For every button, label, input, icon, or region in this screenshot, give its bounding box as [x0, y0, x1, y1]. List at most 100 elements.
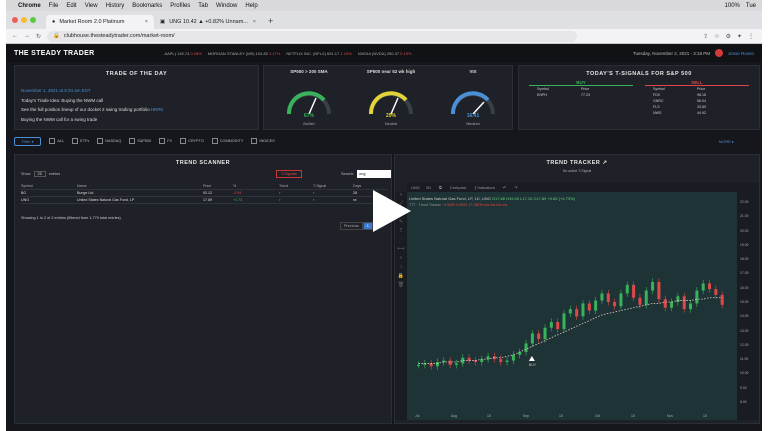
tab-market-room[interactable]: ● Market Room 2.0 Platinum ×	[46, 15, 154, 29]
toolbar-item[interactable]: ↷	[514, 185, 517, 190]
signal-cell: GNRC	[653, 99, 664, 103]
lock-icon[interactable]: 🔒	[395, 273, 407, 282]
column-header[interactable]: Symbol	[21, 184, 77, 188]
price-chart[interactable]: BUY	[407, 192, 737, 420]
header-right: Tuesday, November 2, 2021 - 3:18 PM Jess…	[633, 49, 754, 57]
filter-button[interactable]: Filter ▾	[14, 136, 42, 146]
filter-checkbox[interactable]: NASDAQ	[97, 138, 121, 144]
measure-icon[interactable]: ⟷	[395, 246, 407, 255]
more-button[interactable]: MORE ▸	[719, 139, 734, 144]
user-name[interactable]: Jesse Rosen	[728, 51, 754, 56]
pattern-icon[interactable]: ⋰	[395, 237, 407, 246]
menu-item[interactable]: Tab	[198, 3, 208, 9]
candle	[644, 290, 648, 305]
filter-items: ALL ETFs NASDAQ S&P500 FX CRYPTO COMMODITY INDI…	[49, 138, 274, 144]
menu-icon[interactable]: ⋮	[748, 33, 754, 40]
column-header[interactable]: %	[233, 184, 279, 188]
zoom-window-button[interactable]	[30, 17, 36, 23]
toolbar-item[interactable]: Compare	[450, 185, 466, 190]
ticker-symbol: AAPL) 149.74	[164, 50, 191, 56]
filter-checkbox[interactable]: ETFs	[72, 138, 89, 144]
toolbar-item[interactable]: ⨍ Indicators	[474, 185, 495, 190]
filter-checkbox[interactable]: ALL	[49, 138, 64, 144]
zoom-icon[interactable]: ⌕	[395, 255, 407, 264]
candle	[568, 309, 572, 314]
menu-item[interactable]: Bookmarks	[132, 3, 162, 9]
menu-item[interactable]: View	[85, 3, 98, 9]
app-menu[interactable]: Chrome	[18, 3, 41, 9]
back-icon[interactable]: ←	[12, 33, 18, 39]
play-icon[interactable]	[365, 186, 415, 236]
toolbar-item[interactable]: 1D	[426, 185, 431, 190]
close-tab-icon[interactable]: ×	[145, 19, 148, 25]
filter-checkbox[interactable]: CRYPTO	[180, 138, 204, 144]
reload-icon[interactable]: ↻	[36, 33, 41, 40]
table-row[interactable]: UNG United States Natural Gas Fund, LP 17.…	[21, 197, 387, 204]
toolbar-item[interactable]: ⧉	[439, 185, 442, 190]
y-tick: 10.00	[740, 371, 749, 376]
filter-checkbox[interactable]: COMMODITY	[212, 138, 244, 144]
share-icon[interactable]: ⇪	[703, 33, 708, 40]
trash-icon[interactable]: 🗑	[395, 282, 407, 291]
column-header[interactable]: Trend	[279, 184, 313, 188]
forward-icon[interactable]: →	[24, 33, 30, 39]
t-signals-toggle[interactable]: T-Signals	[276, 170, 302, 178]
trade-link[interactable]: HERE	[151, 107, 164, 112]
site-logo[interactable]: THE STEADY TRADER	[14, 50, 94, 57]
candle	[594, 300, 598, 311]
menu-item[interactable]: History	[106, 3, 125, 9]
avatar[interactable]	[714, 49, 723, 57]
signal-cell: FDX	[653, 93, 661, 97]
gauge-title: SP500 > 200 SMA	[290, 69, 328, 74]
table-row[interactable]: BG Bunge Ltd 92.12 -0.94 ↑ ↑ 28	[21, 190, 387, 197]
panel-title: TODAY'S T-SIGNALS FOR S&P 500	[586, 71, 692, 77]
column-header[interactable]: Price	[203, 184, 233, 188]
previous-button[interactable]: Previous	[340, 222, 363, 230]
signal-cell: 77.23	[581, 93, 590, 97]
candle	[701, 283, 705, 291]
trade-line: Today's Trade Idea: Buying the NWM call	[21, 97, 104, 103]
trade-date: November 1, 2021 at 9:34 am EST	[21, 88, 91, 93]
gauge-title: SP500 near 52 wk high	[366, 69, 416, 74]
close-window-button[interactable]	[12, 17, 18, 23]
search-input[interactable]: ung	[357, 170, 392, 178]
menu-item[interactable]: Help	[245, 3, 257, 9]
signal-row[interactable]: NWS 44.92	[645, 110, 749, 116]
filter-checkbox[interactable]: FX	[159, 138, 172, 144]
signal-row[interactable]: ENPH 77.23	[529, 92, 633, 98]
new-tab-button[interactable]: +	[268, 16, 273, 26]
legend-values: O17.66 H19.00 L17.10 C17.89 +0.82 (+4.73…	[491, 196, 576, 201]
tab-ung[interactable]: ▣ UNG 10.42 ▲ +0.82% Unnam... ×	[154, 15, 262, 29]
filter-checkbox[interactable]: INDICES	[251, 138, 274, 144]
menu-item[interactable]: Edit	[66, 3, 76, 9]
candle	[714, 289, 718, 295]
signal-cell: FLS	[653, 105, 660, 109]
extension-icon[interactable]: ⚙	[726, 33, 731, 40]
entries-select[interactable]: 25	[33, 171, 46, 177]
puzzle-icon[interactable]: ✦	[737, 33, 742, 40]
ticker-item[interactable]: NVIDIA (NVDA) 250.37 0.19%	[358, 51, 412, 56]
battery-status: 100%	[724, 2, 740, 9]
menu-item[interactable]: File	[49, 3, 59, 9]
entries-label: entries	[48, 172, 61, 176]
magnet-icon[interactable]: ∩	[395, 264, 407, 273]
filter-checkbox[interactable]: S&P500	[129, 138, 151, 144]
ticker-item[interactable]: AAPL) 149.74 0.28%	[164, 51, 201, 56]
candle	[606, 293, 610, 302]
ticker-item[interactable]: NETFLIX INC. (NFLX) 691.17 1.19%	[286, 51, 351, 56]
candle	[663, 299, 667, 308]
col-label: Price	[581, 87, 590, 91]
column-header[interactable]: T-Signal	[313, 184, 353, 188]
menu-item[interactable]: Window	[216, 3, 237, 9]
table-cell: United States Natural Gas Fund, LP	[77, 198, 135, 202]
minimize-window-button[interactable]	[21, 17, 27, 23]
column-header[interactable]: Name	[77, 184, 203, 188]
ticker-item[interactable]: MORGAN STANLEY (MS) 104.83 1.17%	[208, 51, 281, 56]
close-tab-icon[interactable]: ×	[253, 19, 256, 25]
indicator-values: 0.0000 0.0000 17.7887b n/a n/a n/a n/a	[444, 203, 508, 207]
candle	[625, 284, 629, 294]
star-icon[interactable]: ☆	[714, 33, 719, 40]
menu-item[interactable]: Profiles	[170, 3, 190, 9]
toolbar-item[interactable]: ↶	[503, 185, 506, 190]
url-field[interactable]: 🔒 clubhouse.thesteadytrader.com/market-r…	[47, 30, 578, 42]
